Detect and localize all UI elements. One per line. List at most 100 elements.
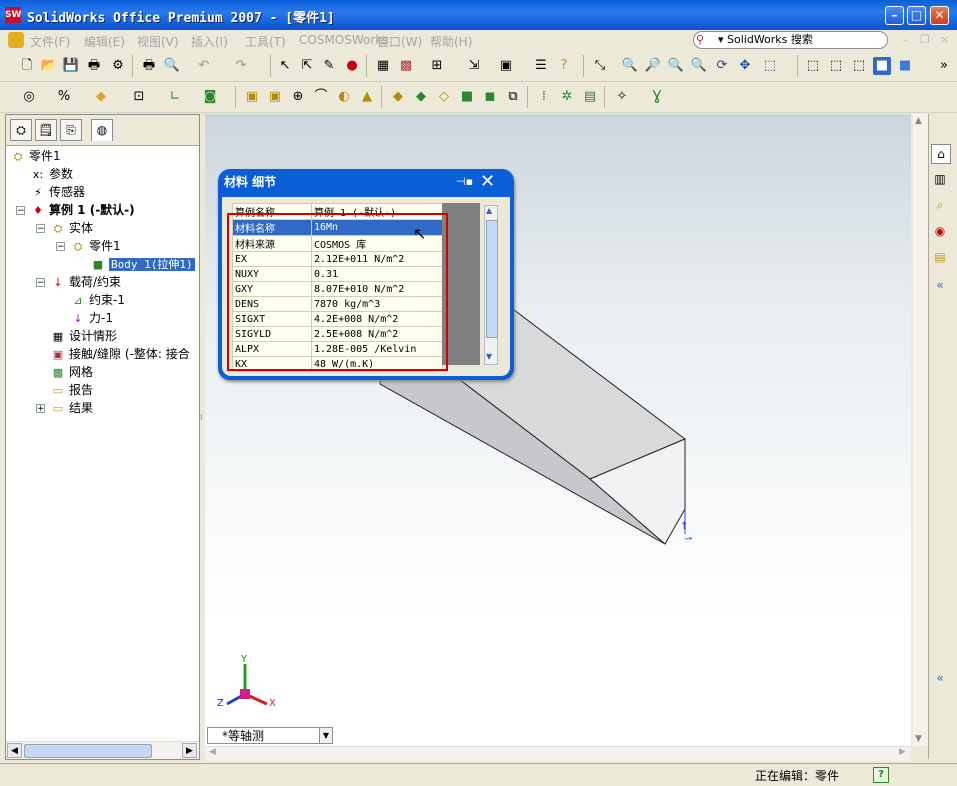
sweep-icon[interactable]: ⌒ bbox=[312, 88, 330, 106]
cut-extrude-icon[interactable]: ▣ bbox=[266, 88, 284, 106]
wireframe-icon[interactable]: ⬚ bbox=[804, 57, 822, 75]
close-button[interactable]: ✕ bbox=[930, 6, 949, 25]
coordinate-icon[interactable]: ⊡ bbox=[130, 88, 148, 106]
tree-item-design-scenario[interactable]: ▦ 设计情形 bbox=[50, 327, 117, 345]
view-palette-icon[interactable]: ▤ bbox=[931, 248, 949, 266]
expand-toggle-loads[interactable]: − bbox=[36, 278, 45, 288]
redo-icon[interactable]: ↷ bbox=[232, 57, 250, 75]
tab-configurationmanager[interactable]: ⎘ bbox=[60, 119, 82, 141]
maximize-button[interactable]: □ bbox=[907, 6, 926, 25]
hidden-lines-removed-icon[interactable]: ⬚ bbox=[850, 57, 868, 75]
scroll-thumb[interactable] bbox=[486, 220, 498, 338]
hidden-lines-visible-icon[interactable]: ⬚ bbox=[827, 57, 845, 75]
minimize-button[interactable]: – bbox=[885, 6, 904, 25]
tree-item-study[interactable]: ♦ 算例 1 (-默认-) bbox=[30, 201, 135, 219]
tree-item-solids[interactable]: ⛭ 实体 bbox=[50, 219, 93, 237]
percent-icon[interactable]: % bbox=[55, 88, 73, 106]
tab-propertymanager[interactable]: 🗒 bbox=[35, 119, 57, 141]
solidworks-resources-icon[interactable]: ⌂ bbox=[931, 144, 951, 164]
save-icon[interactable]: 💾 bbox=[62, 57, 80, 75]
tree-item-loads-restraints[interactable]: ↓ 载荷/约束 bbox=[50, 273, 121, 291]
curves-icon[interactable]: Ɣ bbox=[648, 88, 666, 106]
draft-icon[interactable]: ■ bbox=[458, 88, 476, 106]
zoom-select-icon[interactable]: 🔍 bbox=[690, 57, 708, 75]
fillet-icon[interactable]: ◆ bbox=[389, 88, 407, 106]
solidworks-search-box[interactable]: ⚲ ▾ SolidWorks 搜索 bbox=[693, 31, 888, 49]
menu-tools[interactable]: 工具(T) bbox=[245, 33, 286, 50]
file-explorer-icon[interactable]: ⌕ bbox=[931, 196, 949, 214]
pan-icon[interactable]: ✥ bbox=[736, 57, 754, 75]
shaded-icon[interactable]: ■ bbox=[896, 57, 914, 75]
scroll-down-icon[interactable]: ▼ bbox=[486, 352, 492, 361]
chevron-down-icon[interactable]: ▼ bbox=[319, 728, 332, 743]
new-document-icon[interactable]: 🗋 bbox=[18, 57, 36, 75]
dialog-close-button[interactable]: ✕ bbox=[480, 171, 495, 192]
scroll-right-icon[interactable]: ▶ bbox=[899, 747, 906, 757]
plane-icon[interactable]: ◙ bbox=[201, 88, 219, 106]
scroll-right-icon[interactable]: ▶ bbox=[182, 743, 197, 758]
tree-item-contact[interactable]: ▣ 接触/缝隙 (-整体: 接合 bbox=[50, 345, 190, 363]
view-orientation-select[interactable]: *等轴测 ▼ bbox=[207, 727, 333, 744]
doc-close-button[interactable]: × bbox=[940, 33, 949, 46]
chamfer-icon[interactable]: ◆ bbox=[412, 88, 430, 106]
dialog-vertical-scrollbar[interactable]: ▲ ▼ bbox=[484, 205, 498, 365]
reference-geometry-icon[interactable]: ◆ bbox=[92, 88, 110, 106]
shaded-with-edges-icon[interactable]: ■ bbox=[873, 57, 891, 75]
zoom-fit-icon[interactable]: 🔍 bbox=[621, 57, 639, 75]
rib-icon[interactable]: ◇ bbox=[435, 88, 453, 106]
toolbar-overflow-icon[interactable]: » bbox=[935, 57, 953, 75]
measure-icon[interactable]: ⇲ bbox=[465, 57, 483, 75]
curve-pattern-icon[interactable]: ▤ bbox=[581, 88, 599, 106]
design-library-icon[interactable]: ▥ bbox=[931, 170, 949, 188]
standard-views-icon[interactable]: ⬚ bbox=[761, 57, 779, 75]
part-target-icon[interactable]: ◎ bbox=[20, 88, 38, 106]
menu-insert[interactable]: 插入(I) bbox=[191, 33, 228, 50]
tree-item-results[interactable]: ▭ 结果 bbox=[50, 399, 93, 417]
tree-item-mesh[interactable]: ▩ 网格 bbox=[50, 363, 93, 381]
preview-icon[interactable]: 🔍 bbox=[163, 57, 181, 75]
axis-icon[interactable]: ∟ bbox=[166, 88, 184, 106]
search-results-icon[interactable]: ◉ bbox=[931, 222, 949, 240]
mirror-icon[interactable]: ⧉ bbox=[504, 88, 522, 106]
collapse-pane-icon[interactable]: « bbox=[931, 276, 949, 294]
bricks-icon[interactable]: ▩ bbox=[397, 57, 415, 75]
undo-icon[interactable]: ↶ bbox=[195, 57, 213, 75]
expand-pane-icon[interactable]: « bbox=[931, 669, 949, 687]
solidworks-app-icon[interactable]: SW bbox=[5, 7, 21, 23]
rotate-icon[interactable]: ⟳ bbox=[713, 57, 731, 75]
select-filter-icon[interactable]: ⇱ bbox=[298, 57, 316, 75]
menu-window[interactable]: 窗口(W) bbox=[377, 33, 422, 50]
menu-view[interactable]: 视图(V) bbox=[137, 33, 179, 50]
previous-view-icon[interactable]: ⤡ bbox=[591, 57, 609, 75]
zoom-in-out-icon[interactable]: 🔍 bbox=[667, 57, 685, 75]
expand-toggle-part[interactable]: − bbox=[56, 242, 65, 252]
print-icon[interactable]: 🖶 bbox=[85, 57, 103, 75]
menu-cosmosworks[interactable]: COSMOSWorks bbox=[299, 33, 389, 47]
zoom-area-icon[interactable]: 🔎 bbox=[644, 57, 662, 75]
grid-icon[interactable]: ▦ bbox=[374, 57, 392, 75]
menu-help[interactable]: 帮助(H) bbox=[430, 33, 472, 50]
traffic-light-icon[interactable]: ● bbox=[343, 57, 361, 75]
dimension-icon[interactable]: ⊞ bbox=[428, 57, 446, 75]
menu-file[interactable]: 文件(F) bbox=[30, 33, 70, 50]
sketch-tools-icon[interactable]: ✧ bbox=[613, 88, 631, 106]
menu-edit[interactable]: 编辑(E) bbox=[84, 33, 125, 50]
panel-splitter-handle[interactable]: ⁝ bbox=[200, 414, 204, 436]
scroll-left-icon[interactable]: ◀ bbox=[7, 743, 22, 758]
tree-root-part[interactable]: ⛭ 零件1 bbox=[10, 147, 61, 165]
viewport-vertical-scrollbar[interactable]: ▲ ▼ bbox=[913, 114, 928, 746]
circular-pattern-icon[interactable]: ✲ bbox=[558, 88, 576, 106]
expand-toggle-results[interactable]: + bbox=[36, 404, 45, 414]
tree-item-body1[interactable]: ■ Body 1(拉伸1) bbox=[90, 255, 195, 273]
doc-restore-button[interactable]: ❐ bbox=[920, 33, 930, 46]
tab-cosmosworks[interactable]: ◍ bbox=[91, 119, 113, 141]
expand-toggle-solids[interactable]: − bbox=[36, 224, 45, 234]
select-arrow-icon[interactable]: ↖ bbox=[276, 57, 294, 75]
view-layout-icon[interactable]: ▣ bbox=[497, 57, 515, 75]
scroll-left-icon[interactable]: ◀ bbox=[209, 747, 216, 757]
sketch-icon[interactable]: ✎ bbox=[320, 57, 338, 75]
extrude-icon[interactable]: ▣ bbox=[243, 88, 261, 106]
tab-featuremanager[interactable]: ⛭ bbox=[10, 119, 32, 141]
tree-item-part1[interactable]: ⛭ 零件1 bbox=[70, 237, 121, 255]
loft-icon[interactable]: ◐ bbox=[335, 88, 353, 106]
